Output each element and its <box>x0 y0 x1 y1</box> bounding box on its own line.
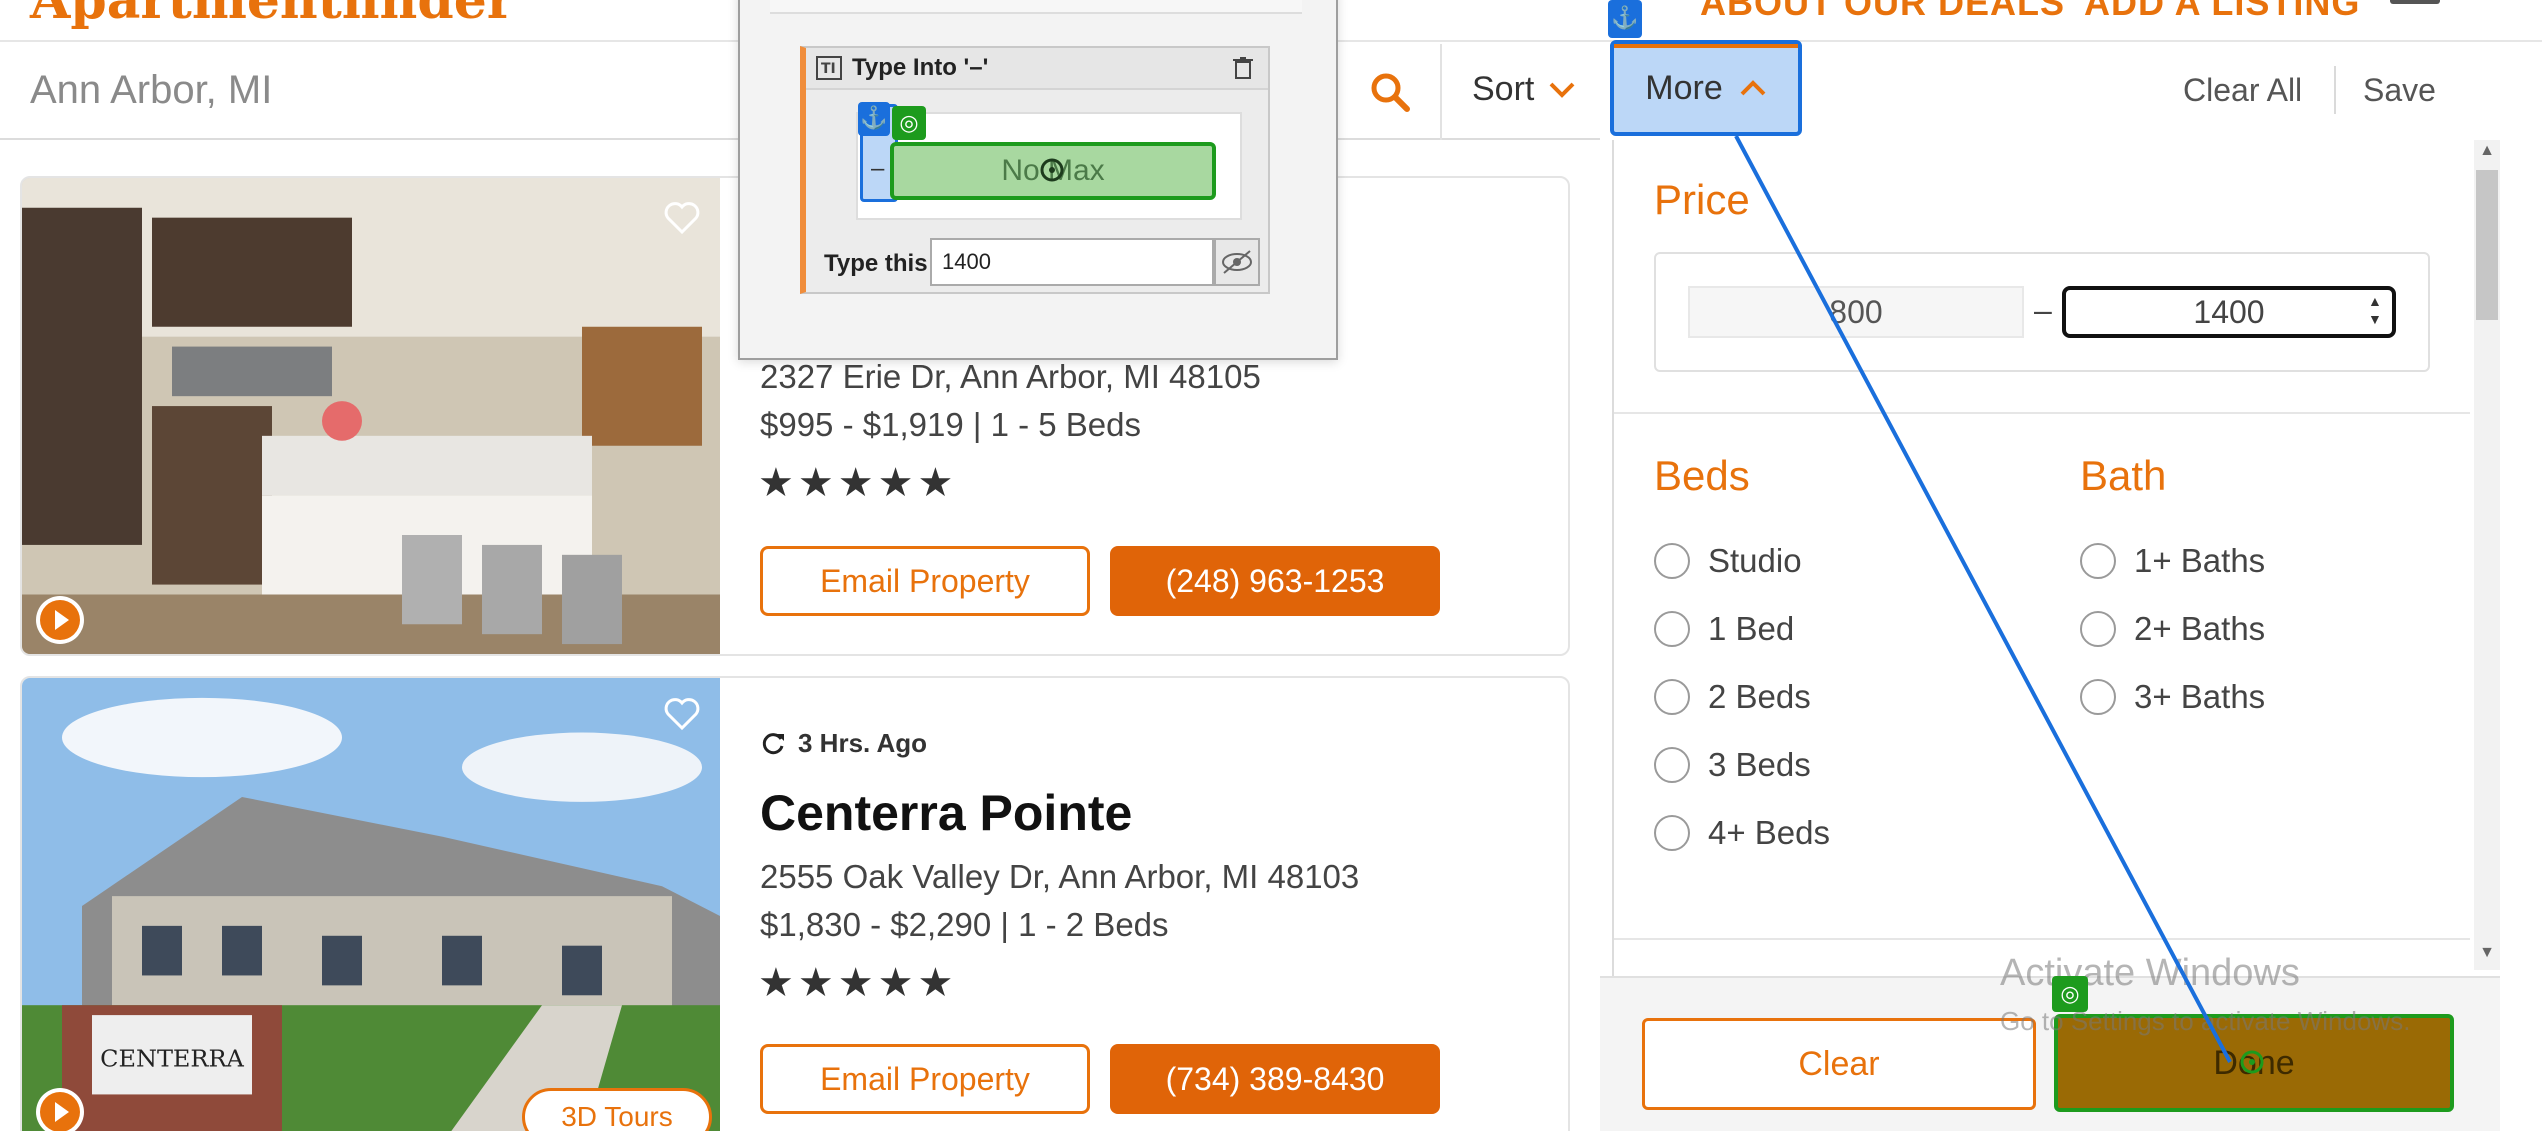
bath-section-title: Bath <box>2080 452 2167 499</box>
activate-windows-watermark: Activate Windows <box>2000 952 2300 994</box>
email-property-button[interactable]: Email Property <box>760 546 1090 616</box>
phone-button[interactable]: (248) 963-1253 <box>1110 546 1440 616</box>
divider <box>2334 66 2336 114</box>
beds-option-2[interactable]: 2 Beds <box>1654 678 1811 716</box>
activity-header[interactable]: TI Type Into '–' <box>806 48 1268 90</box>
eye-off-icon <box>1222 250 1252 274</box>
nav-add-listing[interactable]: ADD A LISTING <box>2084 0 2360 24</box>
chevron-up-icon <box>1740 80 1766 96</box>
price-section-title: Price <box>1654 176 1750 223</box>
updated-time: 3 Hrs. Ago <box>760 728 927 759</box>
beds-option-4plus[interactable]: 4+ Beds <box>1654 814 1830 852</box>
property-photo[interactable]: CENTERRA <box>22 678 720 1131</box>
bath-option-2plus[interactable]: 2+ Baths <box>2080 610 2265 648</box>
more-label: More <box>1645 68 1723 107</box>
email-property-button[interactable]: Email Property <box>760 1044 1090 1114</box>
radio-button[interactable] <box>2080 611 2116 647</box>
automation-window-bar <box>770 0 1302 14</box>
favorite-heart-icon[interactable] <box>662 198 702 238</box>
hide-text-toggle[interactable] <box>1214 238 1260 286</box>
type-this-input[interactable]: 1400 <box>930 238 1214 286</box>
radio-button[interactable] <box>1654 543 1690 579</box>
beds-option-1[interactable]: 1 Bed <box>1654 610 1794 648</box>
price-range-dash: – <box>2034 292 2052 328</box>
phone-button[interactable]: (734) 389-8430 <box>1110 1044 1440 1114</box>
radio-button[interactable] <box>1654 747 1690 783</box>
option-label: 3 Beds <box>1708 746 1811 783</box>
site-logo[interactable]: Apartmentfinder <box>30 0 514 31</box>
listing-price-beds: $995 - $1,919 | 1 - 5 Beds <box>760 406 1141 443</box>
radio-button[interactable] <box>2080 543 2116 579</box>
option-label: 1 Bed <box>1708 610 1795 647</box>
radio-button[interactable] <box>1654 679 1690 715</box>
divider <box>1440 44 1442 140</box>
property-photo[interactable] <box>22 178 720 654</box>
sort-button[interactable]: Sort <box>1472 70 1576 109</box>
svg-text:TI: TI <box>821 61 836 77</box>
menu-icon[interactable] <box>2390 0 2440 4</box>
scroll-down-arrow-icon[interactable]: ▼ <box>2476 944 2498 966</box>
refresh-icon <box>762 732 784 754</box>
price-max-input[interactable]: 1400 <box>2062 286 2396 338</box>
scroll-up-arrow-icon[interactable]: ▲ <box>2476 142 2498 164</box>
active-indicator <box>1614 44 1798 48</box>
radio-button[interactable] <box>1654 815 1690 851</box>
listing-card[interactable]: CENTERRA 3D Tours 3 Hrs. Ago Centerra Po… <box>20 676 1570 1131</box>
play-video-icon[interactable] <box>36 1088 84 1131</box>
beds-section-title: Beds <box>1654 452 1750 499</box>
target-icon: ◎ <box>2052 976 2088 1012</box>
save-search-link[interactable]: Save <box>2363 72 2436 109</box>
anchor-text: – <box>871 155 885 182</box>
section-divider <box>1614 412 2470 414</box>
radio-button[interactable] <box>2080 679 2116 715</box>
beds-option-3[interactable]: 3 Beds <box>1654 746 1811 784</box>
clear-all-link[interactable]: Clear All <box>2183 72 2302 109</box>
svg-text:CENTERRA: CENTERRA <box>100 1045 245 1073</box>
price-min-input[interactable]: 800 <box>1688 286 2024 338</box>
more-filters-button[interactable]: More <box>1610 40 1802 136</box>
search-icon[interactable] <box>1368 70 1412 114</box>
listing-address: 2327 Erie Dr, Ann Arbor, MI 48105 <box>760 358 1261 395</box>
trash-icon[interactable] <box>1232 56 1254 80</box>
play-video-icon[interactable] <box>36 596 84 644</box>
bath-option-3plus[interactable]: 3+ Baths <box>2080 678 2265 716</box>
location-search-input[interactable]: Ann Arbor, MI <box>30 68 272 113</box>
option-label: 2 Beds <box>1708 678 1811 715</box>
rating-stars: ★★★★★ <box>758 961 958 1005</box>
property-name[interactable]: Centerra Pointe <box>760 784 1132 842</box>
radio-button[interactable] <box>1654 611 1690 647</box>
beds-option-studio[interactable]: Studio <box>1654 542 1802 580</box>
updated-label: 3 Hrs. Ago <box>798 728 928 758</box>
chevron-down-icon <box>1549 82 1575 98</box>
option-label: 1+ Baths <box>2134 542 2266 579</box>
nav-about-deals[interactable]: ABOUT OUR DEALS <box>1700 0 2065 24</box>
scrollbar-thumb[interactable] <box>2476 170 2498 320</box>
target-icon: ◎ <box>892 106 926 140</box>
type-into-icon: TI <box>816 56 842 80</box>
3d-tours-badge[interactable]: 3D Tours <box>522 1088 712 1131</box>
type-this-label: Type this <box>824 250 928 277</box>
option-label: Studio <box>1708 542 1802 579</box>
clear-filters-button[interactable]: Clear <box>1642 1018 2036 1110</box>
bath-option-1plus[interactable]: 1+ Baths <box>2080 542 2265 580</box>
target-text: No Max <box>1001 154 1105 187</box>
activity-title: Type Into '–' <box>852 54 989 81</box>
anchor-icon: ⚓ <box>1608 0 1642 38</box>
option-label: 4+ Beds <box>1708 814 1831 851</box>
option-label: 2+ Baths <box>2134 610 2266 647</box>
anchor-icon: ⚓ <box>858 102 890 136</box>
target-element: No Max <box>890 142 1216 200</box>
rating-stars: ★★★★★ <box>758 461 958 505</box>
listing-price-beds: $1,830 - $2,290 | 1 - 2 Beds <box>760 906 1169 943</box>
section-divider <box>1614 938 2470 940</box>
option-label: 3+ Baths <box>2134 678 2266 715</box>
favorite-heart-icon[interactable] <box>662 694 702 734</box>
sort-label: Sort <box>1472 70 1535 108</box>
listing-address: 2555 Oak Valley Dr, Ann Arbor, MI 48103 <box>760 858 1360 895</box>
number-spinner[interactable]: ▲ ▼ <box>2368 292 2384 332</box>
